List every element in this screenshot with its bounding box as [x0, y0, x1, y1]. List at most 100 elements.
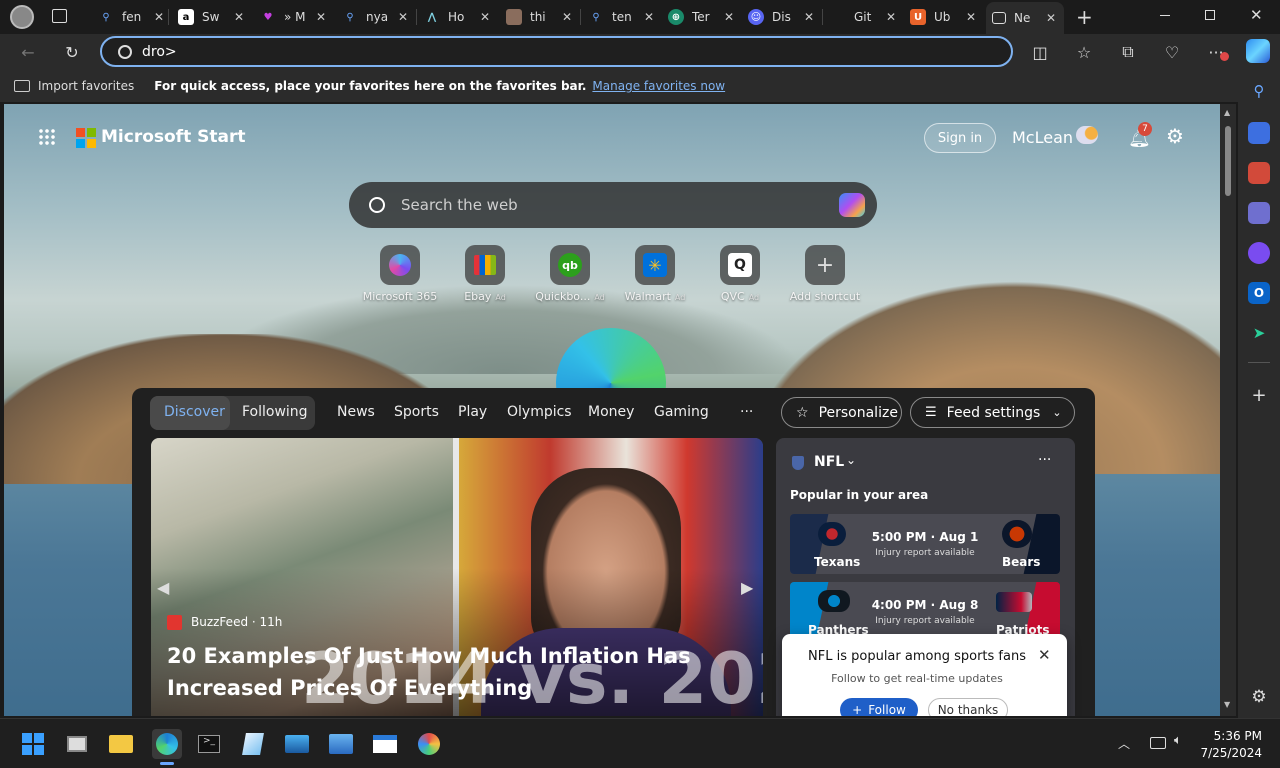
game-card[interactable]: Panthers 4:00 PM · Aug 8 Injury report a… — [790, 582, 1060, 642]
game-card[interactable]: Texans 5:00 PM · Aug 1 Injury report ava… — [790, 514, 1060, 574]
follow-button[interactable]: + Follow — [840, 698, 918, 716]
photos-icon[interactable] — [284, 731, 310, 757]
send-drop-icon[interactable]: ➤ — [1248, 322, 1270, 344]
tools-briefcase-icon[interactable] — [1248, 162, 1270, 184]
personalize-button[interactable]: ☆ Personalize — [781, 397, 902, 428]
add-sidebar-app-icon[interactable]: + — [1248, 384, 1270, 406]
network-icon[interactable] — [1150, 737, 1166, 749]
apps-launcher-icon[interactable] — [38, 128, 56, 146]
tab-9[interactable]: ☺ Dis ✕ — [742, 4, 822, 30]
collections-icon[interactable]: ⧉ — [1116, 40, 1140, 64]
new-tab-icon[interactable]: + — [1076, 5, 1093, 29]
tab-money[interactable]: Money — [588, 404, 634, 420]
profile-avatar[interactable] — [10, 5, 34, 29]
favorites-icon[interactable]: ☆ — [1072, 40, 1096, 64]
tab-2[interactable]: a Sw ✕ — [172, 4, 252, 30]
app-icon[interactable] — [240, 731, 266, 757]
close-tab-icon[interactable]: ✕ — [154, 10, 164, 24]
shopping-tag-icon[interactable] — [1248, 122, 1270, 144]
close-tab-icon[interactable]: ✕ — [1046, 11, 1056, 25]
carousel-prev-icon[interactable]: ◀ — [157, 578, 169, 597]
back-icon[interactable]: ← — [16, 40, 40, 64]
terminal-icon[interactable]: >_ — [196, 731, 222, 757]
volume-muted-icon[interactable]: 🔈︎ — [1174, 733, 1182, 748]
brand-title[interactable]: Microsoft Start — [101, 127, 245, 147]
feed-settings-button[interactable]: ☰ Feed settings ⌄ — [910, 397, 1075, 428]
browser-essentials-icon[interactable]: ♡ — [1160, 40, 1184, 64]
more-tabs-button[interactable]: ··· — [740, 404, 753, 420]
app-window-icon[interactable] — [372, 731, 398, 757]
close-tab-icon[interactable]: ✕ — [398, 10, 408, 24]
tab-olympics[interactable]: Olympics — [507, 404, 572, 420]
tab-following[interactable]: Following — [242, 404, 308, 420]
tab-1[interactable]: ⚲ fen ✕ — [92, 4, 164, 30]
games-icon[interactable] — [1248, 202, 1270, 224]
chevron-down-icon[interactable]: ⌄ — [846, 453, 856, 467]
shortcut-quickbooks[interactable]: qb Quickbo... Ad — [525, 245, 615, 303]
shortcut-microsoft-365[interactable]: Microsoft 365 — [355, 245, 445, 303]
tab-4[interactable]: ⚲ nya ✕ — [336, 4, 416, 30]
tab-actions-icon[interactable] — [52, 9, 67, 23]
restore-icon[interactable] — [1205, 10, 1215, 20]
close-tab-icon[interactable]: ✕ — [724, 10, 734, 24]
tab-8[interactable]: ⊕ Ter ✕ — [662, 4, 742, 30]
carousel-next-icon[interactable]: ▶ — [741, 578, 753, 597]
task-view-icon[interactable] — [64, 731, 90, 757]
article-source[interactable]: BuzzFeed · 11h — [191, 615, 282, 629]
remote-desktop-icon[interactable] — [328, 731, 354, 757]
search-icon[interactable]: ⚲ — [1248, 80, 1270, 102]
copilot-sidebar-icon[interactable] — [1248, 242, 1270, 264]
close-tab-icon[interactable]: ✕ — [480, 10, 490, 24]
scroll-thumb[interactable] — [1225, 126, 1231, 196]
page-settings-gear-icon[interactable]: ⚙ — [1166, 124, 1184, 148]
copilot-icon[interactable] — [1246, 39, 1270, 63]
scroll-up-icon[interactable]: ▲ — [1224, 108, 1230, 117]
card-more-options-icon[interactable]: ··· — [1038, 452, 1051, 468]
close-tab-icon[interactable]: ✕ — [966, 10, 976, 24]
tab-5[interactable]: ⋀ Ho ✕ — [418, 4, 498, 30]
tab-12-active[interactable]: Ne ✕ — [986, 2, 1064, 34]
no-thanks-button[interactable]: No thanks — [928, 698, 1008, 716]
close-popup-icon[interactable]: ✕ — [1038, 646, 1051, 664]
copilot-icon[interactable] — [839, 193, 865, 217]
web-search-box[interactable]: Search the web — [349, 182, 877, 228]
import-favorites-button[interactable]: Import favorites — [38, 79, 134, 93]
sign-in-button[interactable]: Sign in — [924, 123, 996, 153]
show-hidden-icons-icon[interactable]: ︿ — [1118, 735, 1130, 752]
nfl-card-title[interactable]: NFL — [814, 454, 844, 470]
paint-icon[interactable] — [416, 731, 442, 757]
close-tab-icon[interactable]: ✕ — [316, 10, 326, 24]
tab-6[interactable]: thi ✕ — [500, 4, 580, 30]
scroll-down-icon[interactable]: ▼ — [1224, 700, 1230, 709]
tab-discover-label[interactable]: Discover — [164, 404, 225, 420]
edge-taskbar-icon[interactable] — [152, 729, 182, 759]
close-tab-icon[interactable]: ✕ — [234, 10, 244, 24]
close-tab-icon[interactable]: ✕ — [644, 10, 654, 24]
address-bar[interactable] — [100, 36, 1013, 67]
shortcut-walmart[interactable]: ✳ Walmart Ad — [610, 245, 700, 303]
close-tab-icon[interactable]: ✕ — [886, 10, 896, 24]
tab-news[interactable]: News — [337, 404, 375, 420]
start-windows-icon[interactable] — [20, 731, 46, 757]
refresh-icon[interactable]: ↻ — [60, 40, 84, 64]
tab-7[interactable]: ⚲ ten ✕ — [582, 4, 662, 30]
article-headline[interactable]: 20 Examples Of Just How Much Inflation H… — [167, 640, 707, 704]
hero-article-card[interactable]: 2014 vs. 2024 ◀ ▶ BuzzFeed · 11h 20 Exam… — [151, 438, 763, 716]
tab-11[interactable]: U Ub ✕ — [904, 4, 984, 30]
split-screen-icon[interactable]: ◫ — [1028, 40, 1052, 64]
clock-time[interactable]: 5:36 PM — [1212, 729, 1262, 743]
outlook-icon[interactable]: O — [1248, 282, 1270, 304]
clock-date[interactable]: 7/25/2024 — [1192, 746, 1262, 760]
file-explorer-icon[interactable] — [108, 731, 134, 757]
close-tab-icon[interactable]: ✕ — [562, 10, 572, 24]
minimize-icon[interactable] — [1160, 15, 1170, 16]
shortcut-add[interactable]: + Add shortcut — [780, 245, 870, 303]
tab-play[interactable]: Play — [458, 404, 487, 420]
close-window-icon[interactable]: ✕ — [1250, 6, 1263, 24]
manage-favorites-link[interactable]: Manage favorites now — [592, 79, 725, 93]
tab-sports[interactable]: Sports — [394, 404, 439, 420]
close-tab-icon[interactable]: ✕ — [804, 10, 814, 24]
shortcut-ebay[interactable]: Ebay Ad — [440, 245, 530, 303]
tab-gaming[interactable]: Gaming — [654, 404, 709, 420]
sidebar-settings-gear-icon[interactable]: ⚙ — [1248, 686, 1270, 708]
